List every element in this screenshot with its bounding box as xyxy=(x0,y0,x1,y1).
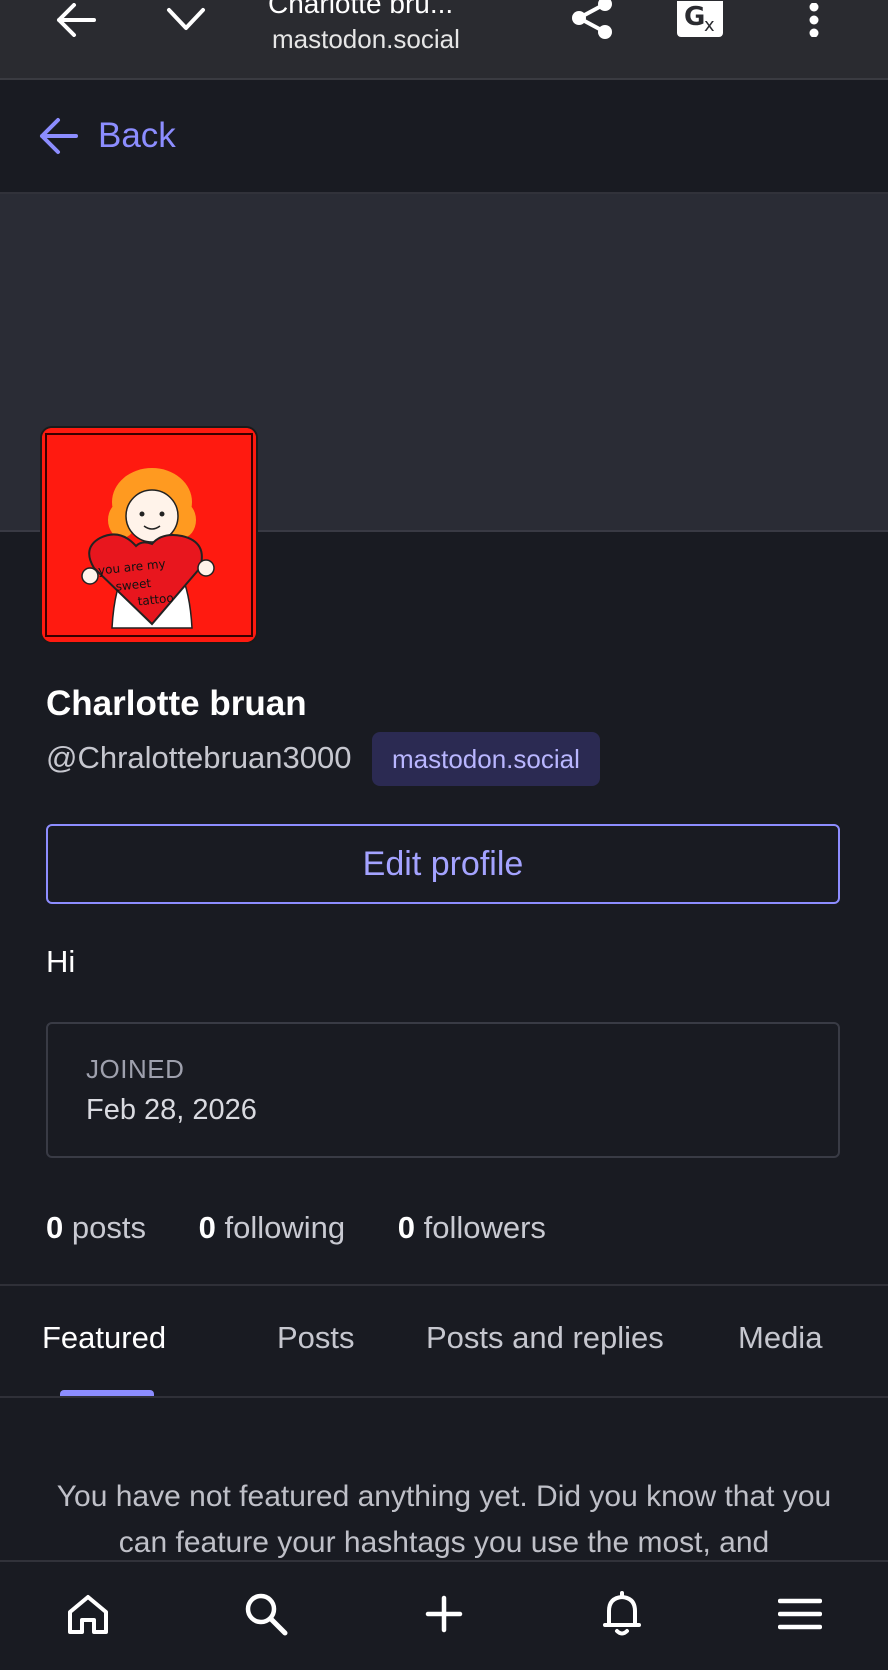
tab-posts[interactable]: Posts xyxy=(277,1320,355,1356)
arrow-left-icon xyxy=(40,118,78,154)
notifications-icon[interactable] xyxy=(592,1584,652,1644)
chevron-down-icon[interactable] xyxy=(162,0,210,40)
share-icon[interactable] xyxy=(566,0,618,40)
compose-icon[interactable] xyxy=(414,1584,474,1644)
edit-profile-button[interactable]: Edit profile xyxy=(46,824,840,904)
search-icon[interactable] xyxy=(236,1584,296,1644)
following-label: following xyxy=(224,1210,346,1245)
joined-card: JOINED Feb 28, 2026 xyxy=(46,1022,840,1158)
joined-label: JOINED xyxy=(86,1054,185,1084)
tab-media[interactable]: Media xyxy=(738,1320,822,1356)
followers-count: 0 xyxy=(397,1210,415,1245)
posts-stat[interactable]: 0 posts xyxy=(46,1210,146,1245)
menu-icon[interactable] xyxy=(770,1584,830,1644)
divider xyxy=(0,1284,888,1286)
svg-text:G: G xyxy=(684,2,705,32)
more-options-icon[interactable] xyxy=(800,0,828,40)
address-url[interactable]: mastodon.social xyxy=(272,24,460,55)
followers-label: followers xyxy=(423,1210,546,1245)
divider xyxy=(0,1396,888,1398)
tab-title[interactable]: Charlotte bru... xyxy=(268,0,453,20)
avatar-image: you are my sweet tattoo xyxy=(42,428,256,642)
browser-toolbar: Charlotte bru... mastodon.social Gx xyxy=(0,0,888,80)
avatar[interactable]: you are my sweet tattoo xyxy=(42,428,256,642)
profile-stats: 0 posts 0 following 0 followers xyxy=(46,1210,590,1246)
posts-label: posts xyxy=(71,1210,146,1245)
joined-date: Feb 28, 2026 xyxy=(86,1094,257,1126)
following-stat[interactable]: 0 following xyxy=(199,1210,346,1245)
back-button[interactable] xyxy=(38,116,80,161)
account-handle: @Chralottebruan3000 xyxy=(46,740,352,775)
domain-badge[interactable]: mastodon.social xyxy=(372,732,600,786)
tab-featured[interactable]: Featured xyxy=(42,1320,166,1356)
tab-posts-and-replies[interactable]: Posts and replies xyxy=(426,1320,664,1356)
translate-icon[interactable]: Gx xyxy=(672,0,730,40)
bottom-navigation xyxy=(0,1560,888,1670)
browser-back-icon[interactable] xyxy=(50,0,102,40)
back-header: Back xyxy=(0,80,888,194)
following-count: 0 xyxy=(198,1210,216,1245)
empty-state-message: You have not featured anything yet. Did … xyxy=(56,1480,832,1559)
display-name: Charlotte bruan xyxy=(46,684,307,723)
posts-count: 0 xyxy=(46,1210,64,1245)
home-icon[interactable] xyxy=(58,1584,118,1644)
back-label[interactable]: Back xyxy=(98,116,176,156)
profile-bio: Hi xyxy=(46,944,76,979)
followers-stat[interactable]: 0 followers xyxy=(398,1210,546,1245)
svg-text:x: x xyxy=(704,15,715,36)
